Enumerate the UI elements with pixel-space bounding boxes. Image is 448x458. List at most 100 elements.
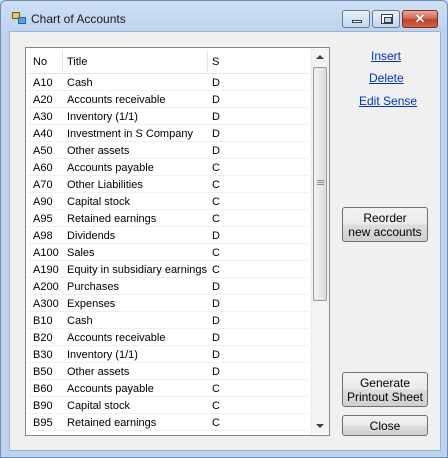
cell-no: A200 xyxy=(33,281,59,293)
cell-title: Retained earnings xyxy=(67,417,157,429)
generate-printout-sheet-button[interactable]: Generate Printout Sheet xyxy=(342,372,428,407)
cell-no: A300 xyxy=(33,298,59,310)
table-row[interactable]: A190 Equity in subsidiary earnings C xyxy=(28,261,309,278)
cell-no: A98 xyxy=(33,230,53,242)
cell-title: Investment in S Company xyxy=(67,128,193,140)
table-row[interactable]: A60 Accounts payable C xyxy=(28,159,309,176)
cell-sense: C xyxy=(212,196,220,208)
table-row[interactable]: A20 Accounts receivable D xyxy=(28,91,309,108)
arrow-down-icon xyxy=(316,424,324,428)
cell-sense: C xyxy=(212,400,220,412)
cell-title: Other assets xyxy=(67,366,130,378)
cell-no: B50 xyxy=(33,366,53,378)
cell-title: Other assets xyxy=(67,145,130,157)
scroll-down-button[interactable] xyxy=(312,417,329,434)
cell-no: A190 xyxy=(33,264,59,276)
cell-title: Inventory (1/1) xyxy=(67,111,138,123)
cell-sense: D xyxy=(212,349,220,361)
cell-no: A60 xyxy=(33,162,53,174)
cell-sense: C xyxy=(212,162,220,174)
cell-title: Expenses xyxy=(67,298,116,310)
cell-title: Cash xyxy=(67,77,93,89)
table-row[interactable]: A98 Dividends D xyxy=(28,227,309,244)
app-icon xyxy=(12,12,26,24)
cell-no: A30 xyxy=(33,111,53,123)
cell-title: Inventory (1/1) xyxy=(67,349,138,361)
cell-no: A70 xyxy=(33,179,53,191)
cell-sense: D xyxy=(212,145,220,157)
cell-sense: C xyxy=(212,417,220,429)
window-title: Chart of Accounts xyxy=(31,12,126,26)
cell-title: Purchases xyxy=(67,281,119,293)
minimize-button[interactable] xyxy=(342,10,370,28)
column-divider[interactable] xyxy=(62,50,63,73)
table-row[interactable]: A200 Purchases D xyxy=(28,278,309,295)
grip-line xyxy=(317,184,324,185)
table-row[interactable]: B30 Inventory (1/1) D xyxy=(28,346,309,363)
cell-sense: D xyxy=(212,128,220,140)
table-row[interactable]: A95 Retained earnings C xyxy=(28,210,309,227)
title-bar[interactable]: Chart of Accounts ✕ xyxy=(1,1,447,31)
column-header-sense[interactable]: S xyxy=(212,56,219,70)
cell-title: Accounts payable xyxy=(67,162,154,174)
table-row[interactable]: A70 Other Liabilities C xyxy=(28,176,309,193)
cell-sense: C xyxy=(212,247,220,259)
cell-title: Accounts payable xyxy=(67,383,154,395)
table-row[interactable]: A100 Sales C xyxy=(28,244,309,261)
cell-sense: D xyxy=(212,94,220,106)
maximize-button[interactable] xyxy=(372,10,400,28)
close-button[interactable]: Close xyxy=(342,415,428,436)
cell-no: A40 xyxy=(33,128,53,140)
table-row[interactable]: A10 Cash D xyxy=(28,74,309,91)
table-row[interactable]: B60 Accounts payable C xyxy=(28,380,309,397)
reorder-new-accounts-button[interactable]: Reorder new accounts xyxy=(342,207,428,242)
vertical-scrollbar[interactable] xyxy=(311,49,329,434)
cell-no: A50 xyxy=(33,145,53,157)
cell-sense: D xyxy=(212,366,220,378)
cell-title: Equity in subsidiary earnings xyxy=(67,264,208,276)
cell-no: B60 xyxy=(33,383,53,395)
table-row[interactable]: A40 Investment in S Company D xyxy=(28,125,309,142)
cell-no: A95 xyxy=(33,213,53,225)
list-header: No Title S xyxy=(28,50,309,74)
table-row[interactable]: B90 Capital stock C xyxy=(28,397,309,414)
generate-button-line2: Printout Sheet xyxy=(346,389,424,404)
table-row[interactable]: A300 Expenses D xyxy=(28,295,309,312)
table-row[interactable]: B10 Cash D xyxy=(28,312,309,329)
cell-title: Capital stock xyxy=(67,400,130,412)
column-header-title[interactable]: Title xyxy=(67,56,87,70)
table-row[interactable]: A50 Other assets D xyxy=(28,142,309,159)
cell-no: B90 xyxy=(33,400,53,412)
delete-link[interactable]: Delete xyxy=(369,71,404,85)
table-row[interactable]: A30 Inventory (1/1) D xyxy=(28,108,309,125)
table-row[interactable]: A90 Capital stock C xyxy=(28,193,309,210)
table-row[interactable]: B95 Retained earnings C xyxy=(28,414,309,431)
cell-title: Accounts receivable xyxy=(67,332,166,344)
cell-sense: D xyxy=(212,315,220,327)
cell-sense: D xyxy=(212,298,220,310)
reorder-button-line2: new accounts xyxy=(348,224,422,239)
cell-title: Cash xyxy=(67,315,93,327)
scroll-up-button[interactable] xyxy=(312,49,329,66)
cell-no: A90 xyxy=(33,196,53,208)
cell-sense: C xyxy=(212,213,220,225)
cell-sense: D xyxy=(212,332,220,344)
edit-sense-link[interactable]: Edit Sense xyxy=(359,94,417,108)
table-row[interactable]: B50 Other assets D xyxy=(28,363,309,380)
cell-no: A20 xyxy=(33,94,53,106)
cell-sense: C xyxy=(212,264,220,276)
maximize-icon xyxy=(381,14,393,24)
column-divider[interactable] xyxy=(207,50,208,73)
accounts-list[interactable]: No Title S A10 Cash D A20 Accounts receivabl… xyxy=(25,47,330,436)
close-window-button[interactable]: ✕ xyxy=(402,10,438,28)
insert-link[interactable]: Insert xyxy=(371,49,401,63)
reorder-button-line1: Reorder xyxy=(363,210,407,225)
minimize-icon xyxy=(352,20,362,23)
generate-button-line1: Generate xyxy=(359,375,411,390)
scroll-thumb[interactable] xyxy=(313,67,327,301)
close-icon: ✕ xyxy=(414,11,426,26)
column-header-no[interactable]: No xyxy=(33,56,47,70)
table-row[interactable]: B20 Accounts receivable D xyxy=(28,329,309,346)
cell-no: B20 xyxy=(33,332,53,344)
cell-sense: C xyxy=(212,179,220,191)
